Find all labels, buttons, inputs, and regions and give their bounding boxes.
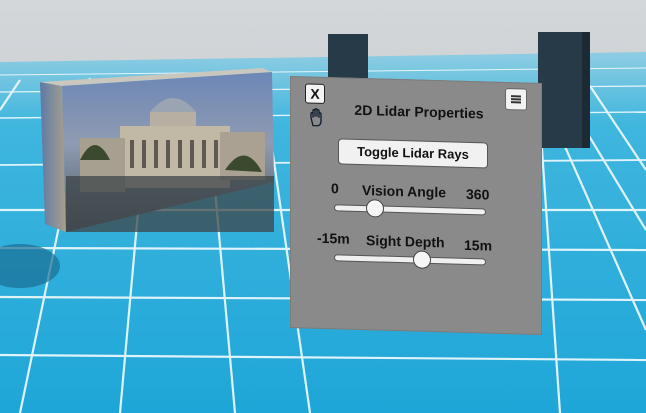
sight-depth-min: -15m — [317, 229, 350, 247]
hamburger-icon — [511, 95, 521, 98]
vision-angle-max: 360 — [466, 185, 490, 203]
vision-angle-label: Vision Angle — [362, 182, 447, 201]
lidar-properties-panel: X 2D Lidar Properties Toggle Lidar Rays … — [290, 76, 542, 336]
sight-depth-slider[interactable] — [334, 254, 486, 266]
menu-button[interactable] — [505, 88, 527, 111]
hamburger-icon-line — [511, 98, 521, 101]
pillar-right-edge — [582, 32, 590, 148]
vision-angle-min: 0 — [331, 180, 339, 197]
hamburger-icon-line — [511, 101, 521, 104]
sight-depth-slider-handle[interactable] — [413, 250, 432, 269]
vision-angle-slider-handle[interactable] — [366, 199, 385, 218]
sight-depth-label: Sight Depth — [366, 232, 445, 251]
toggle-lidar-rays-button[interactable]: Toggle Lidar Rays — [338, 138, 488, 169]
sight-depth-max: 15m — [464, 236, 493, 254]
vision-angle-slider[interactable] — [334, 204, 486, 216]
close-button[interactable]: X — [305, 83, 325, 104]
panel-title: 2D Lidar Properties — [354, 101, 484, 122]
hand-icon[interactable] — [308, 108, 326, 129]
